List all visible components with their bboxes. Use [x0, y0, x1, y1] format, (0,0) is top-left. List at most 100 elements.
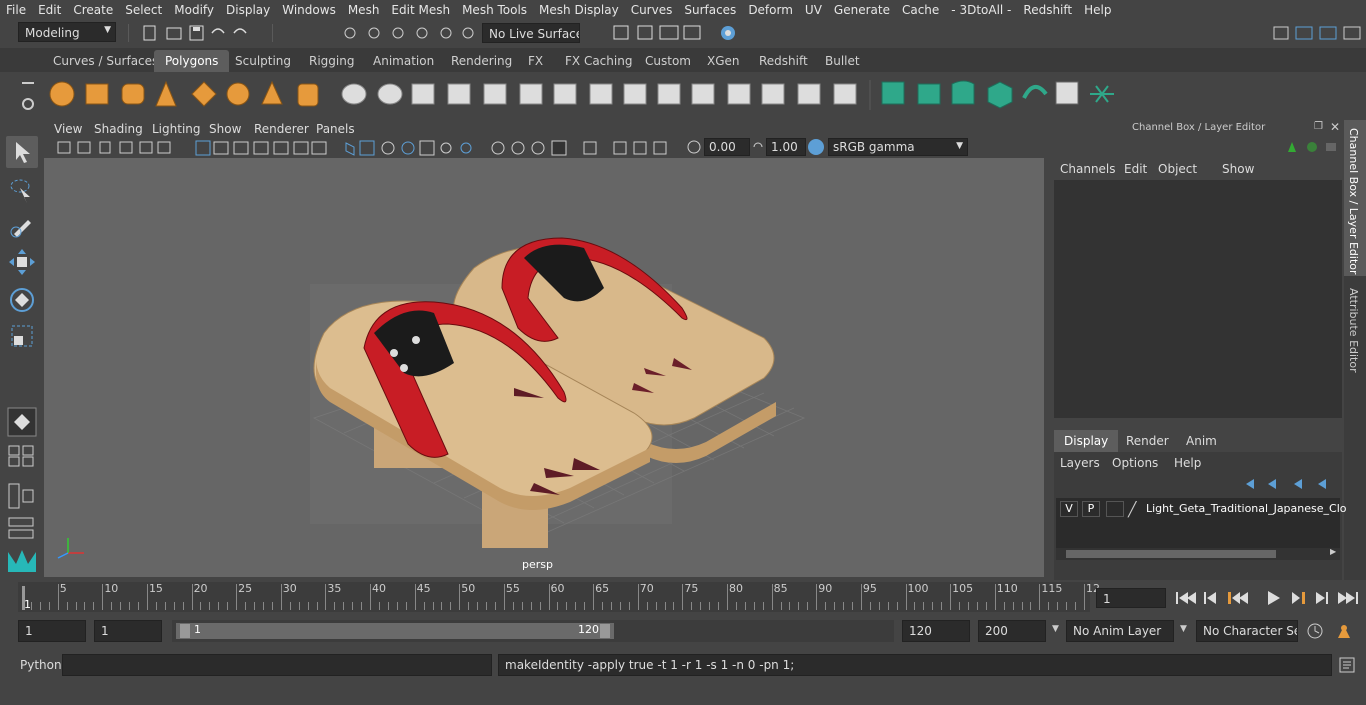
menu-item[interactable]: Modify	[168, 3, 220, 17]
shelf-tab[interactable]: Redshift	[748, 50, 819, 72]
range-slider[interactable]: 1 120	[172, 620, 894, 642]
layer-type-toggle[interactable]	[1106, 501, 1124, 517]
shelf-tool-icons[interactable]	[44, 78, 1354, 112]
menu-item[interactable]: Redshift	[1017, 3, 1078, 17]
playback-controls[interactable]	[1172, 588, 1362, 608]
layer-playback-toggle[interactable]: P	[1082, 501, 1100, 517]
viewport-menu-item[interactable]: Show	[209, 122, 241, 136]
layout-four-icon[interactable]	[6, 442, 38, 468]
current-frame-field[interactable]: 1	[1096, 588, 1166, 608]
channel-box-menu-item[interactable]: Object	[1158, 162, 1197, 176]
shelf-tab[interactable]: Bullet	[814, 50, 871, 72]
menu-item[interactable]: Mesh Display	[533, 3, 625, 17]
range-start-handle[interactable]	[180, 624, 190, 638]
menu-item[interactable]: Edit Mesh	[385, 3, 456, 17]
menu-item[interactable]: Deform	[742, 3, 799, 17]
perspective-viewport[interactable]: persp	[44, 158, 1044, 577]
file-icons[interactable]	[140, 24, 260, 42]
viewport-menu-item[interactable]: Lighting	[152, 122, 201, 136]
chevron-down-icon[interactable]: ▼	[1180, 624, 1187, 634]
layer-editor-tab[interactable]: Render	[1116, 430, 1179, 452]
layer-color-icon[interactable]: ╱	[1128, 502, 1136, 518]
exposure-field[interactable]: 0.00	[704, 138, 750, 156]
menu-item[interactable]: Curves	[625, 3, 679, 17]
menu-item[interactable]: Windows	[276, 3, 342, 17]
color-space-dropdown[interactable]: sRGB gamma ▼	[828, 138, 968, 156]
layer-editor-menu-item[interactable]: Options	[1112, 456, 1158, 470]
channel-box-menu-item[interactable]: Show	[1222, 162, 1254, 176]
script-editor-icon[interactable]	[1338, 656, 1356, 674]
playback-start-field[interactable]: 1	[94, 620, 162, 642]
menu-item[interactable]: File	[0, 3, 32, 17]
live-surface-field[interactable]: No Live Surface	[482, 23, 580, 43]
range-end-handle[interactable]	[600, 624, 610, 638]
menu-item[interactable]: Help	[1078, 3, 1117, 17]
rotate-tool-icon[interactable]	[6, 284, 38, 316]
layout-side-icon[interactable]	[6, 482, 38, 510]
layer-scrollbar[interactable]: ▶	[1056, 547, 1340, 560]
shelf-tab[interactable]: FX	[517, 50, 554, 72]
last-tool-icon[interactable]	[6, 406, 38, 438]
channel-box-icons[interactable]	[1286, 140, 1342, 154]
workspace-icons[interactable]	[1270, 23, 1366, 43]
shelf-tab[interactable]: Rendering	[440, 50, 523, 72]
chevron-down-icon[interactable]: ▼	[1052, 624, 1059, 634]
layer-row[interactable]: V P ╱ Light_Geta_Traditional_Japanese_Cl…	[1056, 500, 1346, 518]
shelf-tab[interactable]: Curves / Surfaces	[42, 50, 169, 72]
shelf-tab[interactable]: Animation	[362, 50, 445, 72]
shelf-tab[interactable]: Polygons	[154, 50, 230, 72]
menu-item[interactable]: UV	[799, 3, 828, 17]
layer-visibility-toggle[interactable]: V	[1060, 501, 1078, 517]
time-slider[interactable]: 1 5 10 15 20 25 30 35 40 45 50 55 60 65 70 75 80 85 90 95 1…	[0, 580, 1366, 616]
menu-item[interactable]: Mesh Tools	[456, 3, 533, 17]
mode-dropdown[interactable]: Modeling ▼	[18, 22, 116, 42]
snap-tools[interactable]	[340, 24, 480, 42]
menu-item[interactable]: Select	[119, 3, 168, 17]
layer-editor-tab[interactable]: Anim	[1176, 430, 1227, 452]
select-tool-icon[interactable]	[6, 136, 38, 168]
shelf-tab[interactable]: FX Caching	[554, 50, 643, 72]
viewport-menu-item[interactable]: Panels	[316, 122, 355, 136]
script-language-button[interactable]: Python	[20, 658, 62, 672]
shelf-tab[interactable]: Custom	[634, 50, 702, 72]
menu-item[interactable]: Create	[67, 3, 119, 17]
scale-tool-icon[interactable]	[6, 320, 38, 352]
viewport-menu-item[interactable]: Renderer	[254, 122, 309, 136]
layer-editor-tab[interactable]: Display	[1054, 430, 1119, 452]
move-tool-icon[interactable]	[6, 246, 38, 278]
gamma-icon[interactable]	[750, 139, 766, 155]
color-management-icon[interactable]	[808, 139, 824, 155]
animation-end-field[interactable]: 200	[978, 620, 1046, 642]
current-time-marker[interactable]	[22, 586, 25, 610]
float-icon[interactable]: ❐	[1314, 121, 1323, 132]
character-set-dropdown[interactable]: No Character Set	[1196, 620, 1298, 642]
scroll-right-icon[interactable]: ▶	[1330, 547, 1336, 556]
viewport-menu-item[interactable]: Shading	[94, 122, 143, 136]
menu-item[interactable]: Surfaces	[678, 3, 742, 17]
menu-item[interactable]: Edit	[32, 3, 67, 17]
auto-key-icon[interactable]	[1306, 622, 1324, 640]
layer-name[interactable]: Light_Geta_Traditional_Japanese_Clo	[1146, 502, 1346, 515]
viewport-menu-item[interactable]: View	[54, 122, 82, 136]
command-input[interactable]	[62, 654, 492, 676]
shelf-tab[interactable]: Sculpting	[224, 50, 302, 72]
anim-layer-dropdown[interactable]: No Anim Layer	[1066, 620, 1174, 642]
playback-end-field[interactable]: 120	[902, 620, 970, 642]
anim-prefs-icon[interactable]	[1334, 622, 1356, 640]
menu-item[interactable]: - 3DtoAll -	[945, 3, 1017, 17]
shelf-tab[interactable]: XGen	[696, 50, 751, 72]
animation-start-field[interactable]: 1	[18, 620, 86, 642]
shelf-tab[interactable]: Rigging	[298, 50, 365, 72]
channel-box-menu-item[interactable]: Edit	[1124, 162, 1147, 176]
viewport-tool-icons[interactable]	[54, 139, 694, 157]
menu-item[interactable]: Mesh	[342, 3, 386, 17]
layout-stack-icon[interactable]	[6, 516, 38, 540]
menu-item[interactable]: Cache	[896, 3, 945, 17]
layer-editor-menu-item[interactable]: Layers	[1060, 456, 1100, 470]
menu-item[interactable]: Generate	[828, 3, 896, 17]
layer-action-icons[interactable]	[1234, 476, 1334, 492]
shelf-menu-icons[interactable]	[16, 78, 40, 112]
time-ruler[interactable]: 1 5 10 15 20 25 30 35 40 45 50 55 60 65 70 75 80 85 90 95 1…	[18, 582, 1100, 612]
tab-attribute-editor[interactable]: Attribute Editor	[1347, 288, 1360, 373]
channel-box-menu-item[interactable]: Channels	[1060, 162, 1116, 176]
